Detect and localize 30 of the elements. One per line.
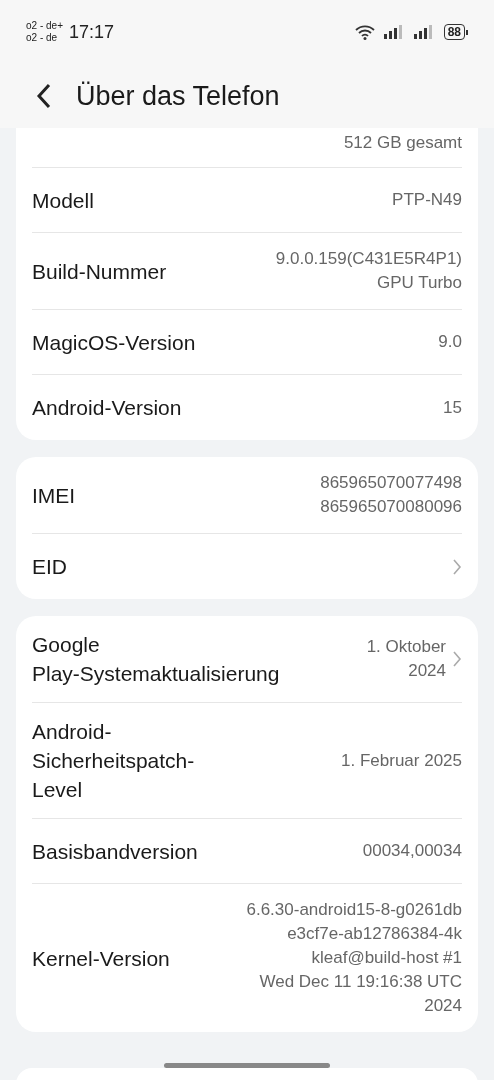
- setting-label: Modell: [32, 187, 94, 214]
- setting-value: 6.6.30-android15-8-g0261db e3cf7e-ab12786384-4k kleaf@build-host #1 Wed Dec 11 19:16:38 UTC 2024: [246, 899, 462, 1017]
- status-time: 17:17: [69, 21, 115, 43]
- setting-label: MagicOS-Version: [32, 329, 196, 356]
- setting-value: 1. Oktober 2024: [366, 636, 446, 682]
- wifi-icon: [353, 24, 376, 40]
- setting-label: Build-Nummer: [32, 258, 167, 285]
- setting-value: PTP-N49: [392, 189, 462, 211]
- setting-value: 15: [443, 396, 462, 419]
- setting-value: 9.0: [438, 331, 462, 353]
- setting-value: 865965070077498 865965070080096: [320, 472, 462, 518]
- settings-row[interactable]: EID: [32, 534, 462, 599]
- setting-label: Basisbandversion: [32, 838, 198, 865]
- setting-value: 1. Februar 2025: [341, 749, 462, 772]
- setting-label: EID: [32, 554, 67, 580]
- setting-label: Android- Sicherheitspatch- Level: [32, 719, 195, 803]
- setting-value: 00034,00034: [362, 840, 462, 862]
- page-title: Über das Telefon: [76, 80, 280, 112]
- settings-row[interactable]: Google Play-Systemaktualisierung 1. Oktober 2024: [32, 616, 462, 703]
- setting-label: IMEI: [32, 482, 76, 509]
- setting-value: 9.0.0.159(C431E5R4P1) GPU Turbo: [275, 248, 462, 294]
- setting-value: 512 GB gesamt: [343, 131, 462, 154]
- setting-label: Google Play-Systemaktualisierung: [32, 632, 280, 687]
- chevron-icon: [452, 650, 462, 668]
- carrier-label: o2 - de+ o2 - de: [26, 20, 63, 44]
- setting-label: Kernel-Version: [32, 945, 170, 972]
- battery-icon: 88: [443, 24, 468, 40]
- setting-label: Android-Version: [32, 395, 182, 421]
- chevron-icon: [452, 557, 462, 576]
- back-icon[interactable]: [36, 83, 52, 109]
